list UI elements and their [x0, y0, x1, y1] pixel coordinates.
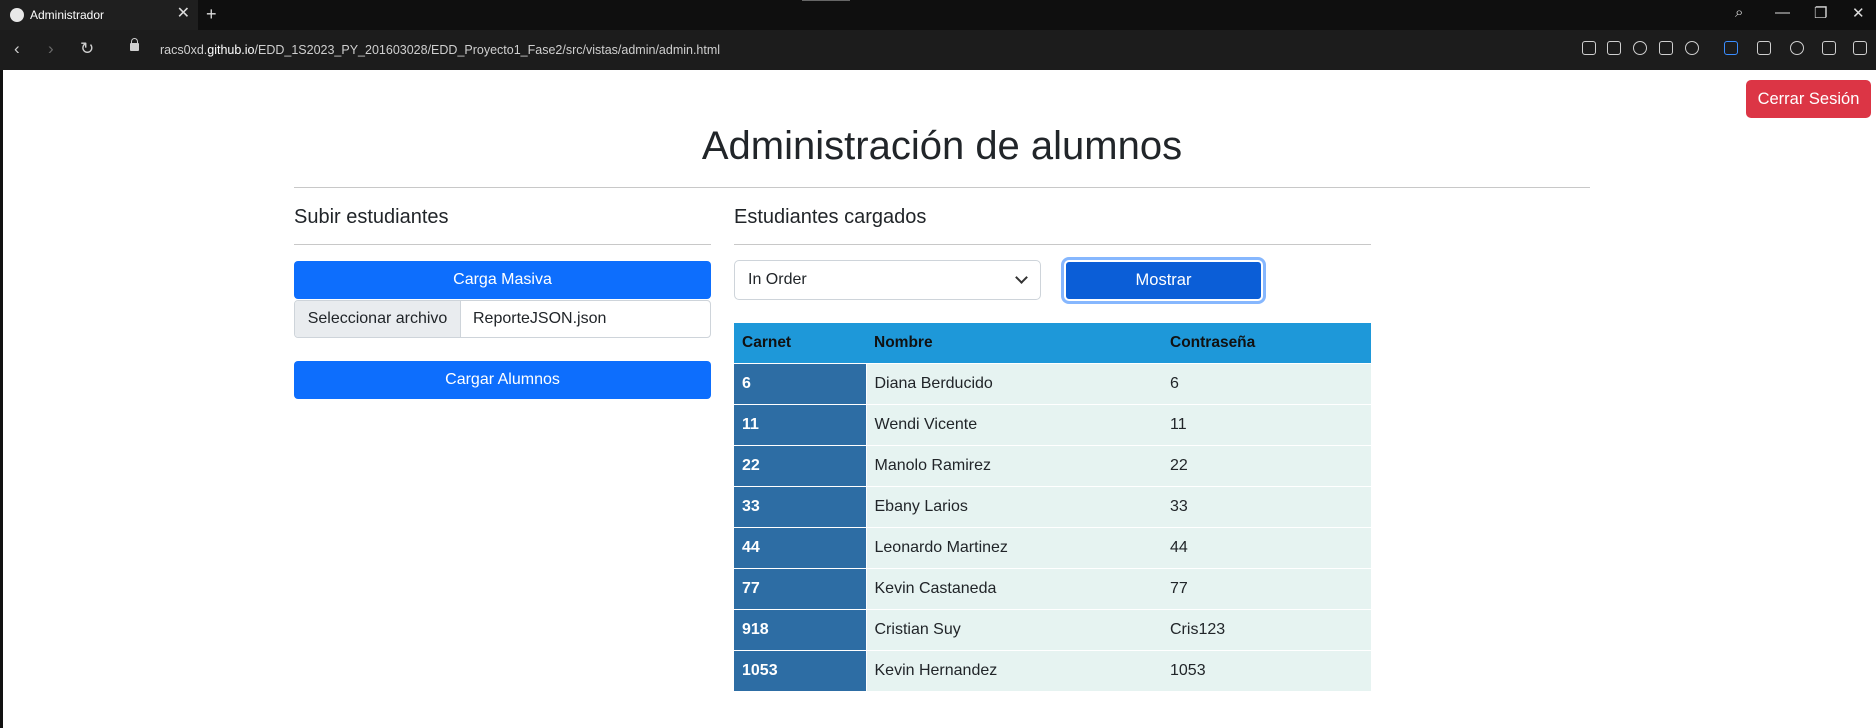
- cell-carnet: 11: [734, 403, 867, 445]
- select-value: In Order: [748, 271, 807, 288]
- students-divider: [734, 244, 1371, 245]
- lock-icon: [130, 38, 139, 51]
- cube-icon[interactable]: [1757, 41, 1771, 55]
- cell-nombre: Wendi Vicente: [866, 403, 1162, 445]
- table-row: 44 Leonardo Martinez 44: [734, 526, 1371, 568]
- table-row: 22 Manolo Ramirez 22: [734, 444, 1371, 486]
- tab-strip-indicator: [802, 0, 850, 1]
- cell-nombre: Ebany Larios: [866, 485, 1162, 527]
- reload-icon[interactable]: ↻: [80, 39, 94, 59]
- forward-icon[interactable]: ›: [48, 39, 54, 59]
- choose-file-button[interactable]: Seleccionar archivo: [295, 301, 461, 337]
- page-title: Administración de alumnos: [701, 124, 1183, 168]
- table-row: 6 Diana Berducido 6: [734, 362, 1371, 404]
- cell-password: 6: [1162, 362, 1371, 404]
- cell-carnet: 22: [734, 444, 867, 486]
- table-row: 77 Kevin Castaneda 77: [734, 567, 1371, 609]
- minimize-icon[interactable]: —: [1775, 4, 1790, 21]
- download-icon[interactable]: [1822, 41, 1836, 55]
- cell-carnet: 918: [734, 608, 867, 650]
- cell-nombre: Cristian Suy: [866, 608, 1162, 650]
- upload-section-title: Subir estudiantes: [294, 206, 449, 228]
- heart-icon[interactable]: [1685, 41, 1699, 55]
- url-domain: github.io: [207, 43, 255, 57]
- cell-password: 44: [1162, 526, 1371, 568]
- cell-carnet: 6: [734, 362, 867, 404]
- table-row: 1053 Kevin Hernandez 1053: [734, 649, 1371, 691]
- file-input[interactable]: Seleccionar archivo ReporteJSON.json: [294, 300, 711, 338]
- address-bar: ‹ › ↻ racs0xd.github.io/EDD_1S2023_PY_20…: [0, 30, 1876, 70]
- cell-carnet: 44: [734, 526, 867, 568]
- cell-nombre: Leonardo Martinez: [866, 526, 1162, 568]
- upload-divider: [294, 244, 711, 245]
- camera-icon[interactable]: [1607, 41, 1621, 55]
- globe-icon: [10, 8, 24, 22]
- window-edge: [0, 70, 3, 728]
- back-icon[interactable]: ‹: [14, 39, 20, 59]
- cell-carnet: 33: [734, 485, 867, 527]
- cell-carnet: 77: [734, 567, 867, 609]
- logout-button[interactable]: Cerrar Sesión: [1746, 80, 1871, 118]
- cell-password: 77: [1162, 567, 1371, 609]
- restore-icon[interactable]: ❐: [1814, 4, 1827, 22]
- tab-title: Administrador: [30, 8, 105, 22]
- cell-nombre: Kevin Castaneda: [866, 567, 1162, 609]
- cell-password: 33: [1162, 485, 1371, 527]
- cell-password: 11: [1162, 403, 1371, 445]
- cell-password: 1053: [1162, 649, 1371, 691]
- students-table: Carnet Nombre Contraseña 6 Diana Berducid…: [734, 323, 1371, 691]
- table-row: 918 Cristian Suy Cris123: [734, 608, 1371, 650]
- cell-password: 22: [1162, 444, 1371, 486]
- cell-nombre: Diana Berducido: [866, 362, 1162, 404]
- search-tabs-icon[interactable]: ⌕: [1735, 4, 1743, 21]
- selected-file-name: ReporteJSON.json: [473, 310, 607, 327]
- url-field[interactable]: racs0xd.github.io/EDD_1S2023_PY_20160302…: [160, 43, 720, 57]
- cell-carnet: 1053: [734, 649, 867, 691]
- browser-tab[interactable]: Administrador ✕: [0, 0, 198, 30]
- share-icon[interactable]: [1582, 41, 1596, 55]
- column-header-password: Contraseña: [1162, 323, 1371, 363]
- table-header-row: Carnet Nombre Contraseña: [734, 323, 1371, 363]
- url-prefix: racs0xd.: [160, 43, 208, 57]
- window-close-icon[interactable]: ✕: [1852, 4, 1865, 22]
- students-section-title: Estudiantes cargados: [734, 206, 927, 228]
- browser-tab-bar: Administrador ✕ + ⌕ — ❐ ✕: [0, 0, 1876, 30]
- chevron-down-icon: [1015, 271, 1028, 284]
- menu-icon[interactable]: [1853, 41, 1867, 55]
- cell-nombre: Kevin Hernandez: [866, 649, 1162, 691]
- tab-close-icon[interactable]: ✕: [177, 6, 190, 22]
- title-divider: [294, 187, 1590, 188]
- column-header-carnet: Carnet: [734, 323, 866, 363]
- cell-password: Cris123: [1162, 608, 1371, 650]
- show-button[interactable]: Mostrar: [1064, 260, 1263, 301]
- table-row: 33 Ebany Larios 33: [734, 485, 1371, 527]
- bulk-upload-button[interactable]: Carga Masiva: [294, 261, 711, 299]
- cell-nombre: Manolo Ramirez: [866, 444, 1162, 486]
- traversal-order-select[interactable]: In Order: [734, 260, 1041, 300]
- shield-icon[interactable]: [1633, 41, 1647, 55]
- translate-icon[interactable]: [1724, 41, 1738, 55]
- profile-icon[interactable]: [1790, 41, 1804, 55]
- url-path: /EDD_1S2023_PY_201603028/EDD_Proyecto1_F…: [254, 43, 721, 57]
- new-tab-button[interactable]: +: [206, 4, 217, 25]
- send-icon[interactable]: [1659, 41, 1673, 55]
- load-students-button[interactable]: Cargar Alumnos: [294, 361, 711, 399]
- table-row: 11 Wendi Vicente 11: [734, 403, 1371, 445]
- column-header-nombre: Nombre: [866, 323, 1162, 363]
